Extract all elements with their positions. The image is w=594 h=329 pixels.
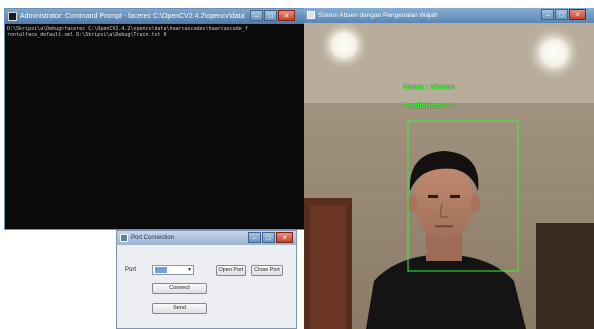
cabinet <box>536 223 594 329</box>
face-recognition-window[interactable]: Sistem Absen dengan Pengenalan Wajah – □… <box>304 8 594 329</box>
door-panel <box>310 205 346 329</box>
port-select[interactable]: ▼ <box>152 265 194 275</box>
camera-feed <box>304 23 594 329</box>
send-button[interactable]: Send <box>152 303 207 314</box>
face-window-title: Sistem Absen dengan Pengenalan Wajah <box>318 12 438 19</box>
prediction-label: Prediction = -1 <box>403 101 455 110</box>
port-connection-dialog[interactable]: Port Connection – □ ✕ Port ▼ Open Port C… <box>116 230 297 329</box>
port-minimize-button[interactable]: – <box>248 232 261 243</box>
face-minimize-button[interactable]: – <box>541 9 554 20</box>
port-maximize-button[interactable]: □ <box>262 232 275 243</box>
person-eye <box>428 195 438 198</box>
port-dialog-title: Port Connection <box>131 235 175 241</box>
app-icon <box>120 234 128 242</box>
face-close-button[interactable]: ✕ <box>569 9 586 20</box>
person-ear <box>408 194 418 212</box>
person-face <box>414 163 474 239</box>
command-prompt-window[interactable]: Administrator: Command Prompt - facerec … <box>4 8 305 230</box>
face-titlebar[interactable]: Sistem Absen dengan Pengenalan Wajah – □… <box>304 8 594 23</box>
ceiling-light <box>526 25 582 81</box>
console-icon <box>8 12 17 21</box>
console-output[interactable]: D:\Skripsi\a\Debug>facerec C:\OpenCV2.4.… <box>7 26 303 226</box>
face-maximize-button[interactable]: □ <box>555 9 568 20</box>
cmd-titlebar[interactable]: Administrator: Command Prompt - facerec … <box>5 9 304 24</box>
port-label: Port <box>125 267 137 273</box>
port-selected-value <box>155 267 167 273</box>
person-mouth <box>435 225 453 228</box>
port-close-button[interactable]: ✕ <box>276 232 293 243</box>
port-titlebar[interactable]: Port Connection – □ ✕ <box>117 231 296 245</box>
chevron-down-icon[interactable]: ▼ <box>187 267 192 273</box>
person-eye <box>450 195 460 198</box>
cmd-title: Administrator: Command Prompt - facerec … <box>20 13 245 20</box>
recognized-name-label: Nama : Vicram <box>403 82 455 91</box>
open-port-button[interactable]: Open Port <box>216 265 246 276</box>
console-line: rontalface_default.xml D:\Skripsi\a\Debu… <box>7 32 167 38</box>
close-port-button[interactable]: Close Port <box>251 265 283 276</box>
person-ear <box>470 194 480 212</box>
cmd-close-button[interactable]: ✕ <box>278 10 295 21</box>
connect-button[interactable]: Connect <box>152 283 207 294</box>
cmd-maximize-button[interactable]: □ <box>264 10 277 21</box>
cmd-minimize-button[interactable]: – <box>250 10 263 21</box>
window-icon <box>307 11 315 19</box>
